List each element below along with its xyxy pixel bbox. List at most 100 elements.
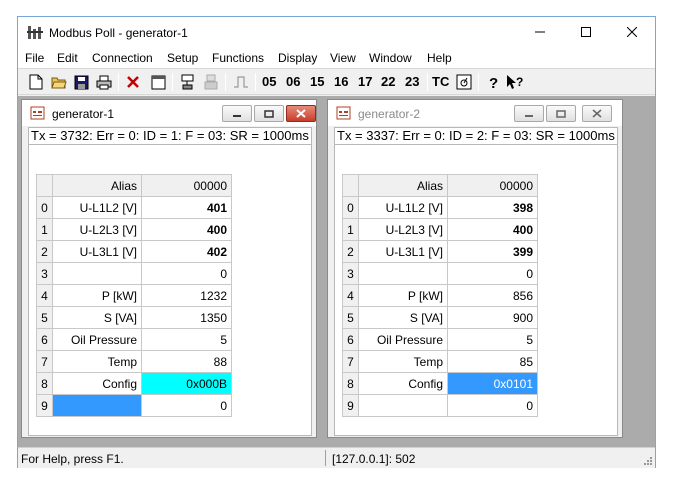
value-cell-selected[interactable]: 0x0101	[447, 372, 538, 395]
maximize-icon	[581, 27, 591, 37]
row-number: 7	[342, 350, 359, 373]
alias-cell[interactable]	[358, 394, 448, 417]
alias-column-header[interactable]: Alias	[358, 174, 448, 197]
modbus-app-icon	[27, 26, 43, 39]
register-grid-area: Alias 00000 0 U-L1L2 [V] 398 1 U-L2L3 [V…	[334, 169, 618, 436]
value-cell[interactable]: 900	[447, 306, 538, 329]
fc-06-button[interactable]: 06	[286, 74, 300, 89]
address-column-header[interactable]: 00000	[447, 174, 538, 197]
alias-cell[interactable]: P [kW]	[52, 284, 142, 307]
alias-cell[interactable]	[52, 262, 142, 285]
menu-help[interactable]: Help	[427, 51, 452, 65]
open-button[interactable]	[49, 72, 69, 92]
alias-cell[interactable]: U-L2L3 [V]	[52, 218, 142, 241]
child-window-generator-2[interactable]: generator-2 Tx = 3337: Err = 0: ID = 2: …	[327, 99, 623, 438]
alias-cell[interactable]: U-L3L1 [V]	[358, 240, 448, 263]
alias-cell[interactable]: Temp	[52, 350, 142, 373]
new-window-button[interactable]	[148, 72, 168, 92]
alias-cell[interactable]: Oil Pressure	[52, 328, 142, 351]
menu-display[interactable]: Display	[278, 51, 317, 65]
child-maximize-button[interactable]	[546, 105, 576, 122]
child-title-bar[interactable]: generator-2	[328, 100, 622, 126]
fc-22-button[interactable]: 22	[381, 74, 395, 89]
menu-window[interactable]: Window	[369, 51, 412, 65]
value-cell[interactable]: 85	[447, 350, 538, 373]
child-close-button[interactable]	[582, 105, 612, 122]
value-cell[interactable]: 400	[447, 218, 538, 241]
about-button[interactable]: ?	[483, 72, 503, 92]
menu-view[interactable]: View	[330, 51, 356, 65]
connect-icon	[181, 74, 194, 90]
value-cell[interactable]: 1350	[141, 306, 232, 329]
alias-cell[interactable]: Config	[52, 372, 142, 395]
status-bar: For Help, press F1. [127.0.0.1]: 502	[18, 447, 655, 468]
alias-cell[interactable]: Oil Pressure	[358, 328, 448, 351]
save-button[interactable]	[71, 72, 91, 92]
fc-23-button[interactable]: 23	[405, 74, 419, 89]
fc-15-button[interactable]: 15	[310, 74, 324, 89]
alias-column-header[interactable]: Alias	[52, 174, 142, 197]
menu-file[interactable]: File	[25, 51, 44, 65]
child-maximize-button[interactable]	[254, 105, 284, 122]
menu-functions[interactable]: Functions	[212, 51, 264, 65]
alias-cell[interactable]: P [kW]	[358, 284, 448, 307]
value-cell[interactable]: 856	[447, 284, 538, 307]
new-button[interactable]	[26, 72, 46, 92]
row-number: 5	[36, 306, 53, 329]
app-window: Modbus Poll - generator-1 File Edit Conn…	[17, 16, 656, 468]
window-icon	[151, 75, 165, 89]
child-close-button[interactable]	[286, 105, 316, 122]
fc-16-button[interactable]: 16	[334, 74, 348, 89]
value-cell[interactable]: 5	[141, 328, 232, 351]
value-cell[interactable]: 88	[141, 350, 232, 373]
child-window-generator-1[interactable]: generator-1 Tx = 3732: Err = 0: ID = 1: …	[21, 99, 317, 438]
row-number: 6	[342, 328, 359, 351]
alias-cell-selected[interactable]	[52, 394, 142, 417]
minimize-button[interactable]	[517, 17, 563, 48]
disconnect-button[interactable]	[201, 72, 221, 92]
delete-button[interactable]	[123, 72, 143, 92]
close-button[interactable]	[609, 17, 655, 48]
alias-cell[interactable]: Config	[358, 372, 448, 395]
value-cell[interactable]: 401	[141, 196, 232, 219]
value-cell[interactable]: 0	[141, 394, 232, 417]
fc-05-button[interactable]: 05	[262, 74, 276, 89]
child-minimize-button[interactable]	[514, 105, 544, 122]
maximize-icon	[264, 109, 274, 118]
value-cell[interactable]: 5	[447, 328, 538, 351]
alias-cell[interactable]: U-L1L2 [V]	[52, 196, 142, 219]
address-column-header[interactable]: 00000	[141, 174, 232, 197]
fc-17-button[interactable]: 17	[358, 74, 372, 89]
single-read-button[interactable]	[231, 72, 251, 92]
menu-edit[interactable]: Edit	[57, 51, 78, 65]
alias-cell[interactable]: U-L2L3 [V]	[358, 218, 448, 241]
menu-setup[interactable]: Setup	[167, 51, 198, 65]
alias-cell[interactable]: S [VA]	[358, 306, 448, 329]
print-button[interactable]	[94, 72, 114, 92]
value-cell[interactable]: 1232	[141, 284, 232, 307]
value-cell[interactable]: 399	[447, 240, 538, 263]
value-cell[interactable]: 0	[141, 262, 232, 285]
table-row: 2 U-L3L1 [V] 399	[342, 240, 538, 263]
child-title-bar[interactable]: generator-1	[22, 100, 316, 126]
value-cell[interactable]: 0	[447, 394, 538, 417]
resize-grip-icon[interactable]	[643, 456, 653, 466]
alias-cell[interactable]: Temp	[358, 350, 448, 373]
context-help-button[interactable]: ?	[505, 72, 525, 92]
monitor-button[interactable]	[454, 72, 474, 92]
connect-button[interactable]	[178, 72, 198, 92]
window-title: Modbus Poll - generator-1	[49, 26, 188, 40]
alias-cell[interactable]	[358, 262, 448, 285]
alias-cell[interactable]: U-L1L2 [V]	[358, 196, 448, 219]
alias-cell[interactable]: U-L3L1 [V]	[52, 240, 142, 263]
menu-connection[interactable]: Connection	[92, 51, 153, 65]
value-cell-highlighted[interactable]: 0x000B	[141, 372, 232, 395]
alias-cell[interactable]: S [VA]	[52, 306, 142, 329]
child-minimize-button[interactable]	[222, 105, 252, 122]
tc-button[interactable]: TC	[432, 74, 449, 89]
value-cell[interactable]: 398	[447, 196, 538, 219]
value-cell[interactable]: 0	[447, 262, 538, 285]
value-cell[interactable]: 400	[141, 218, 232, 241]
value-cell[interactable]: 402	[141, 240, 232, 263]
maximize-button[interactable]	[563, 17, 609, 48]
